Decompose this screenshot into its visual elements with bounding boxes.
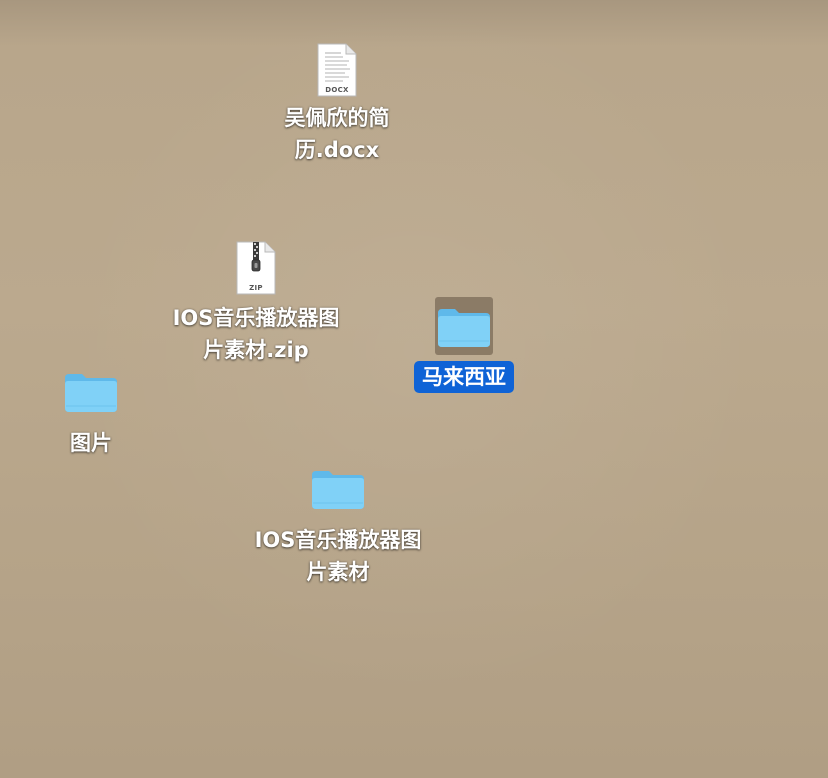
desktop-item-ios-music-folder[interactable]: IOS音乐播放器图 片素材 [208,462,468,588]
desktop[interactable]: DOCX 吴佩欣的简 历.docx ZIP IOS音乐播放器图 片素材.zip … [0,0,828,778]
desktop-item-malaysia-folder[interactable]: 马来西亚 [384,297,544,393]
desktop-item-ios-music-zip[interactable]: ZIP IOS音乐播放器图 片素材.zip [126,240,386,366]
zip-type-badge: ZIP [249,284,263,292]
desktop-item-label: IOS音乐播放器图 片素材 [254,528,422,584]
folder-icon[interactable] [435,297,493,355]
desktop-item-label: 图片 [70,431,112,455]
desktop-item-pictures-folder[interactable]: 图片 [41,365,141,459]
folder-icon[interactable] [310,462,366,514]
folder-icon[interactable] [63,365,119,417]
desktop-item-resume-docx[interactable]: DOCX 吴佩欣的简 历.docx [237,42,437,166]
docx-type-badge: DOCX [325,86,349,94]
desktop-item-label: IOS音乐播放器图 片素材.zip [172,306,340,362]
desktop-item-label: 马来西亚 [414,361,514,393]
desktop-item-label: 吴佩欣的简 历.docx [284,106,390,162]
